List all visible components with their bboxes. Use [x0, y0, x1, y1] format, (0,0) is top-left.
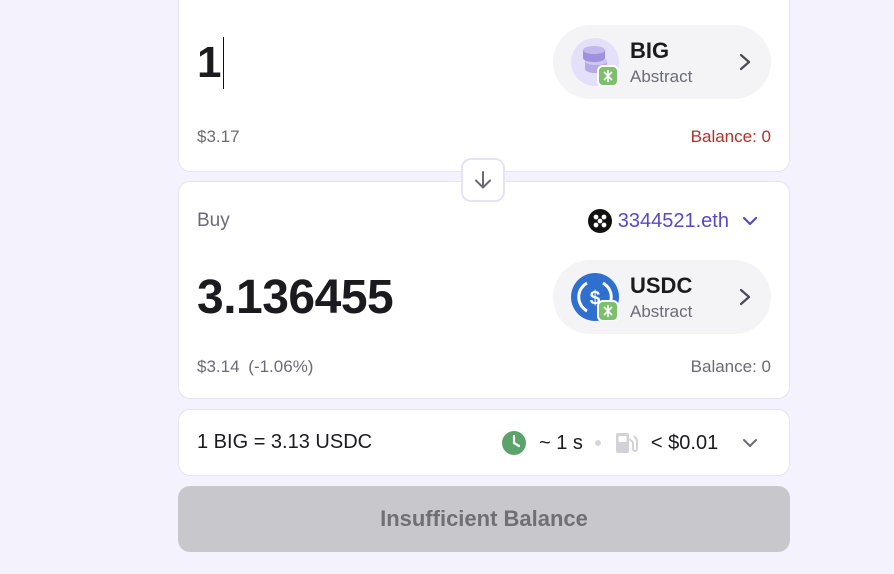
buy-usd-line: $3.14 (-1.06%)	[197, 357, 313, 377]
chevron-right-icon	[739, 288, 751, 306]
sell-token-symbol: BIG	[630, 38, 670, 63]
sell-token-selector[interactable]: BIG Abstract	[553, 25, 771, 99]
insufficient-balance-button[interactable]: Insufficient Balance	[178, 486, 790, 552]
sell-usd-value: $3.17	[197, 127, 240, 146]
usdc-icon: $	[571, 273, 619, 321]
sell-amount-value[interactable]: 1	[197, 37, 221, 89]
wallet-avatar-icon	[587, 209, 612, 233]
coin-stack-icon	[571, 38, 619, 86]
sell-amount-input[interactable]: 1	[197, 37, 225, 89]
quote-meta: ~ 1 s < $0.01	[501, 429, 760, 457]
buy-amount: 3.136455	[197, 271, 394, 324]
gas-pump-icon	[615, 433, 638, 453]
exchange-rate: 1 BIG = 3.13 USDC	[197, 431, 373, 453]
text-caret	[222, 37, 225, 89]
swap-direction-button[interactable]	[461, 158, 505, 202]
separator-dot	[594, 440, 601, 446]
quote-details-row[interactable]: 1 BIG = 3.13 USDC ~ 1 s < $0.01	[178, 409, 790, 476]
sell-panel: 1 BIG Abstract $3.17 Balance: 0	[178, 0, 790, 172]
sell-balance: Balance: 0	[690, 127, 771, 146]
chevron-down-icon	[742, 216, 758, 226]
buy-token-chain: Abstract	[630, 302, 693, 321]
sell-token-chain: Abstract	[630, 67, 693, 86]
arrow-down-icon	[475, 171, 491, 189]
chevron-right-icon	[739, 53, 751, 71]
buy-label: Buy	[197, 210, 230, 231]
clock-icon	[502, 431, 526, 455]
recipient-wallet-selector[interactable]: 3344521.eth	[587, 206, 761, 236]
buy-token-selector[interactable]: $ USDC Abstract	[553, 260, 771, 334]
network-fee: < $0.01	[650, 431, 719, 454]
price-impact: (-1.06%)	[248, 357, 314, 376]
estimated-time: ~ 1 s	[539, 431, 583, 454]
chevron-down-icon[interactable]	[740, 433, 760, 453]
buy-panel: Buy 3344521.eth 3.136455 $ USDC Abstract	[178, 181, 790, 399]
buy-token-symbol: USDC	[630, 273, 693, 298]
wallet-address: 3344521.eth	[617, 209, 729, 232]
buy-usd-value: $3.14	[197, 357, 240, 376]
buy-balance: Balance: 0	[690, 357, 771, 376]
